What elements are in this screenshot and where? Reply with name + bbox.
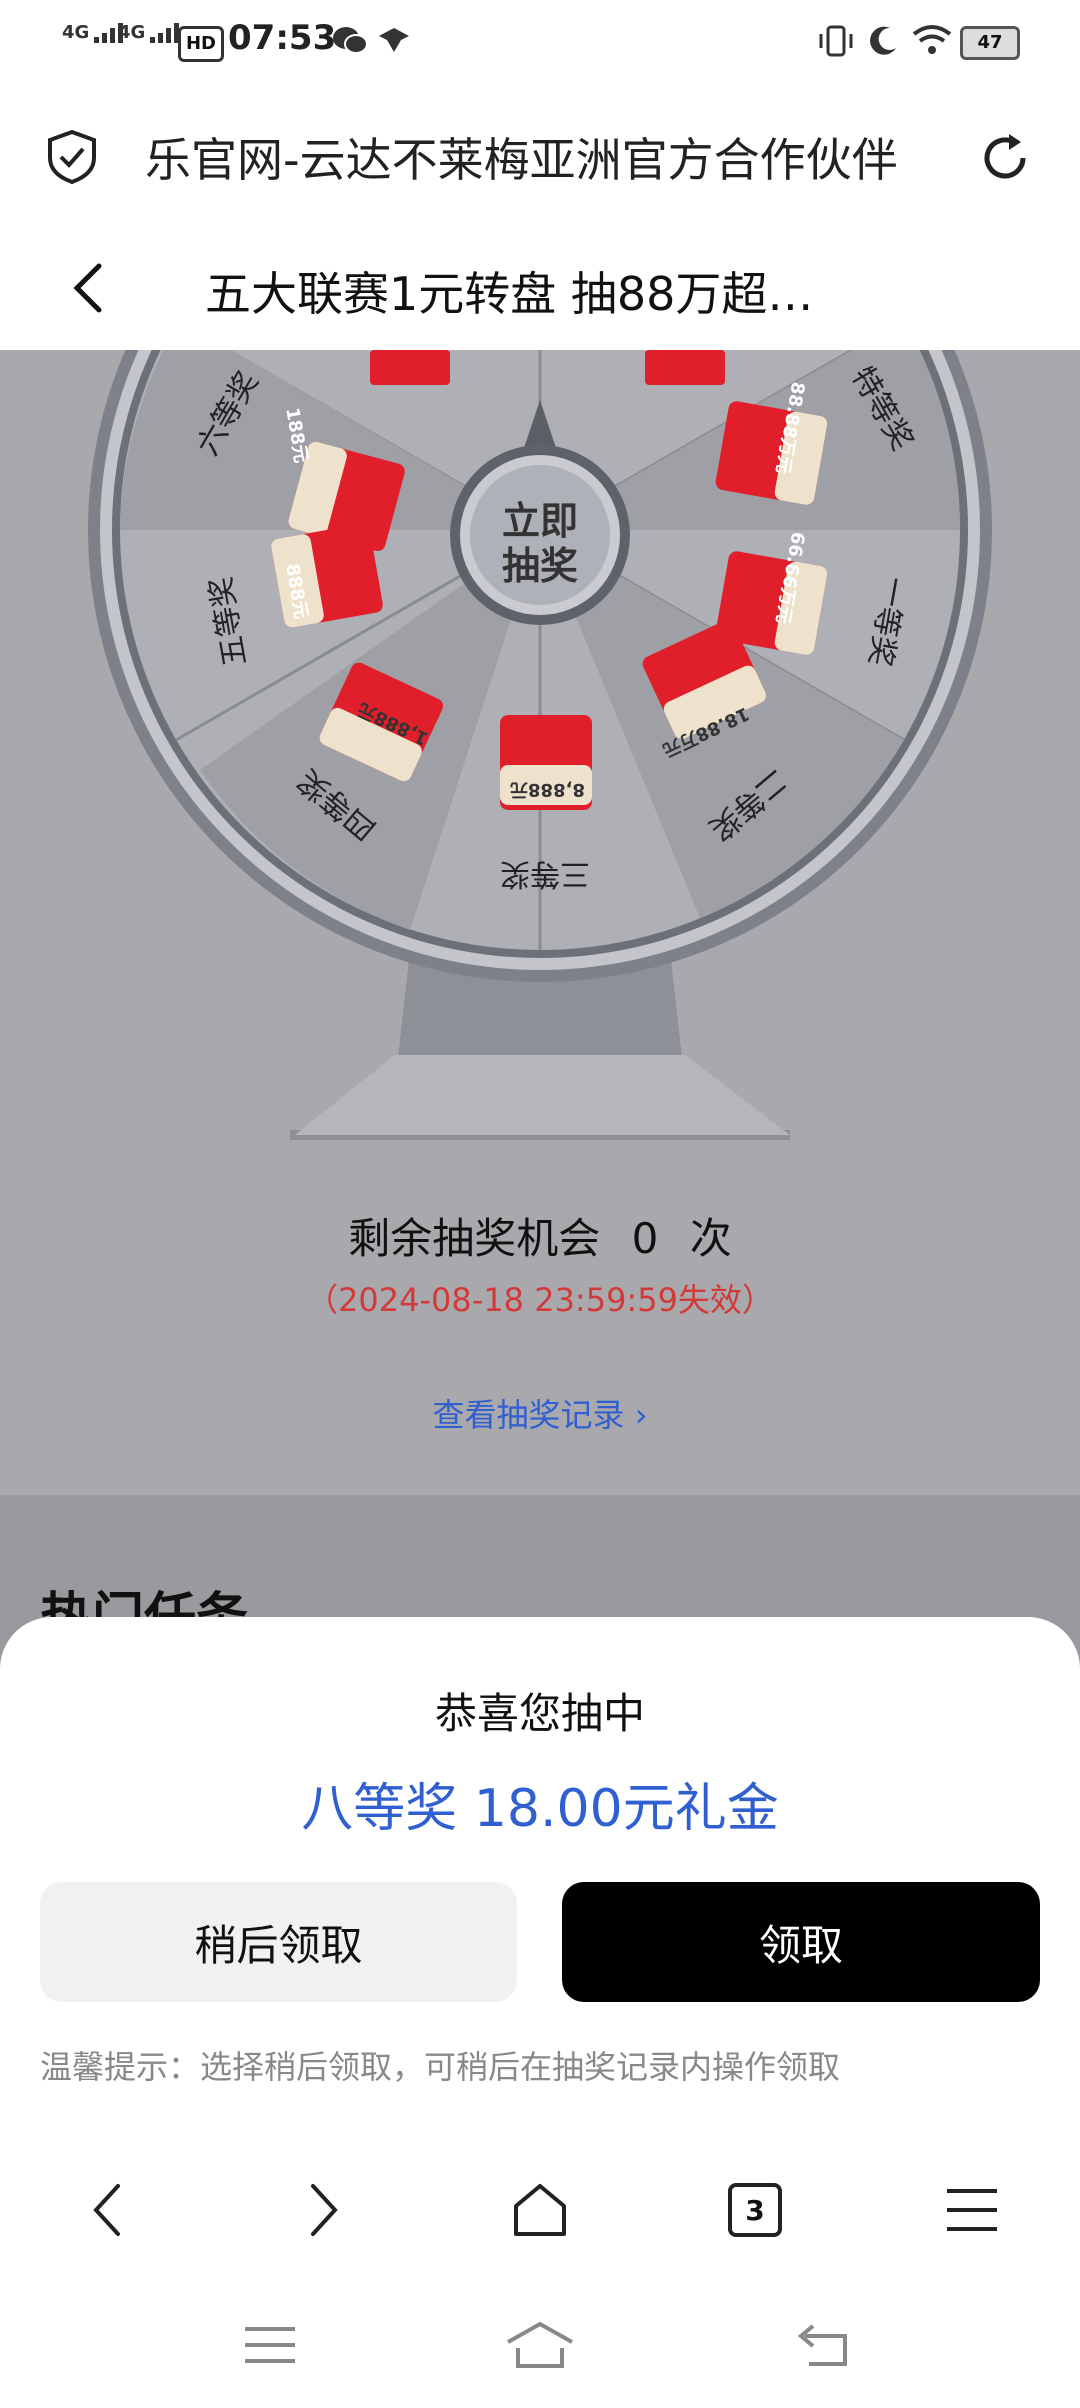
- chances-suffix: 次: [689, 1214, 732, 1263]
- clock: 07:53: [228, 18, 337, 58]
- menu-icon[interactable]: [932, 2170, 1012, 2250]
- lottery-record-link[interactable]: 查看抽奖记录 ›: [0, 1390, 1080, 1436]
- signal-bars-icon: [150, 23, 180, 43]
- chevron-right-icon: ›: [624, 1396, 648, 1434]
- battery-icon: 47: [960, 26, 1020, 60]
- tab-count: 3: [728, 2183, 782, 2237]
- do-not-disturb-moon-icon: [868, 24, 900, 60]
- tabs-button[interactable]: 3: [715, 2170, 795, 2250]
- page-title: 五大联赛1元转盘 抽88万超…: [205, 267, 814, 321]
- forward-icon[interactable]: [283, 2170, 363, 2250]
- tip-text: 温馨提示：选择稍后领取，可稍后在抽奖记录内操作领取: [40, 2048, 841, 2086]
- security-shield-icon[interactable]: [44, 128, 100, 188]
- wifi-icon: [912, 24, 952, 60]
- back-icon[interactable]: [68, 2170, 148, 2250]
- congrats-text: 恭喜您抽中: [434, 1689, 645, 1738]
- cell-signal-1: 4G: [62, 22, 124, 43]
- url-text[interactable]: 乐官网-云达不莱梅亚洲官方合作伙伴: [145, 124, 925, 190]
- lottery-record-label: 查看抽奖记录: [432, 1396, 625, 1434]
- prize-text: 八等奖 18.00元礼金: [301, 1779, 779, 1839]
- system-back-icon[interactable]: [785, 2310, 865, 2380]
- wechat-icon: [332, 24, 368, 60]
- validity-text: （2024-08-18 23:59:59失效）: [306, 1281, 774, 1319]
- system-home-icon[interactable]: [500, 2310, 580, 2380]
- vibrate-icon: [818, 24, 854, 62]
- cell-signal-2: 4G: [118, 22, 180, 43]
- status-bar: 4G 4G HD 07:53 47: [0, 0, 1080, 80]
- back-arrow-icon[interactable]: [65, 258, 115, 322]
- app-notification-icon: [377, 26, 411, 58]
- wheel-label-third: 三等奖: [500, 856, 590, 891]
- draw-now-button-label-2[interactable]: 抽奖: [490, 535, 590, 590]
- hd-icon: HD: [178, 26, 224, 62]
- claim-button[interactable]: 领取: [562, 1882, 1040, 2002]
- remaining-chances: 剩余抽奖机会 0 次: [0, 1205, 1080, 1266]
- claim-later-button[interactable]: 稍后领取: [40, 1882, 517, 2002]
- prize-wheel: [88, 350, 992, 1140]
- envelope-amount-third: 8,888元: [510, 779, 585, 800]
- chances-prefix: 剩余抽奖机会: [348, 1214, 601, 1263]
- recent-apps-icon[interactable]: [230, 2310, 310, 2380]
- home-icon[interactable]: [500, 2170, 580, 2250]
- chances-count: 0: [631, 1214, 659, 1263]
- refresh-icon[interactable]: [975, 128, 1035, 192]
